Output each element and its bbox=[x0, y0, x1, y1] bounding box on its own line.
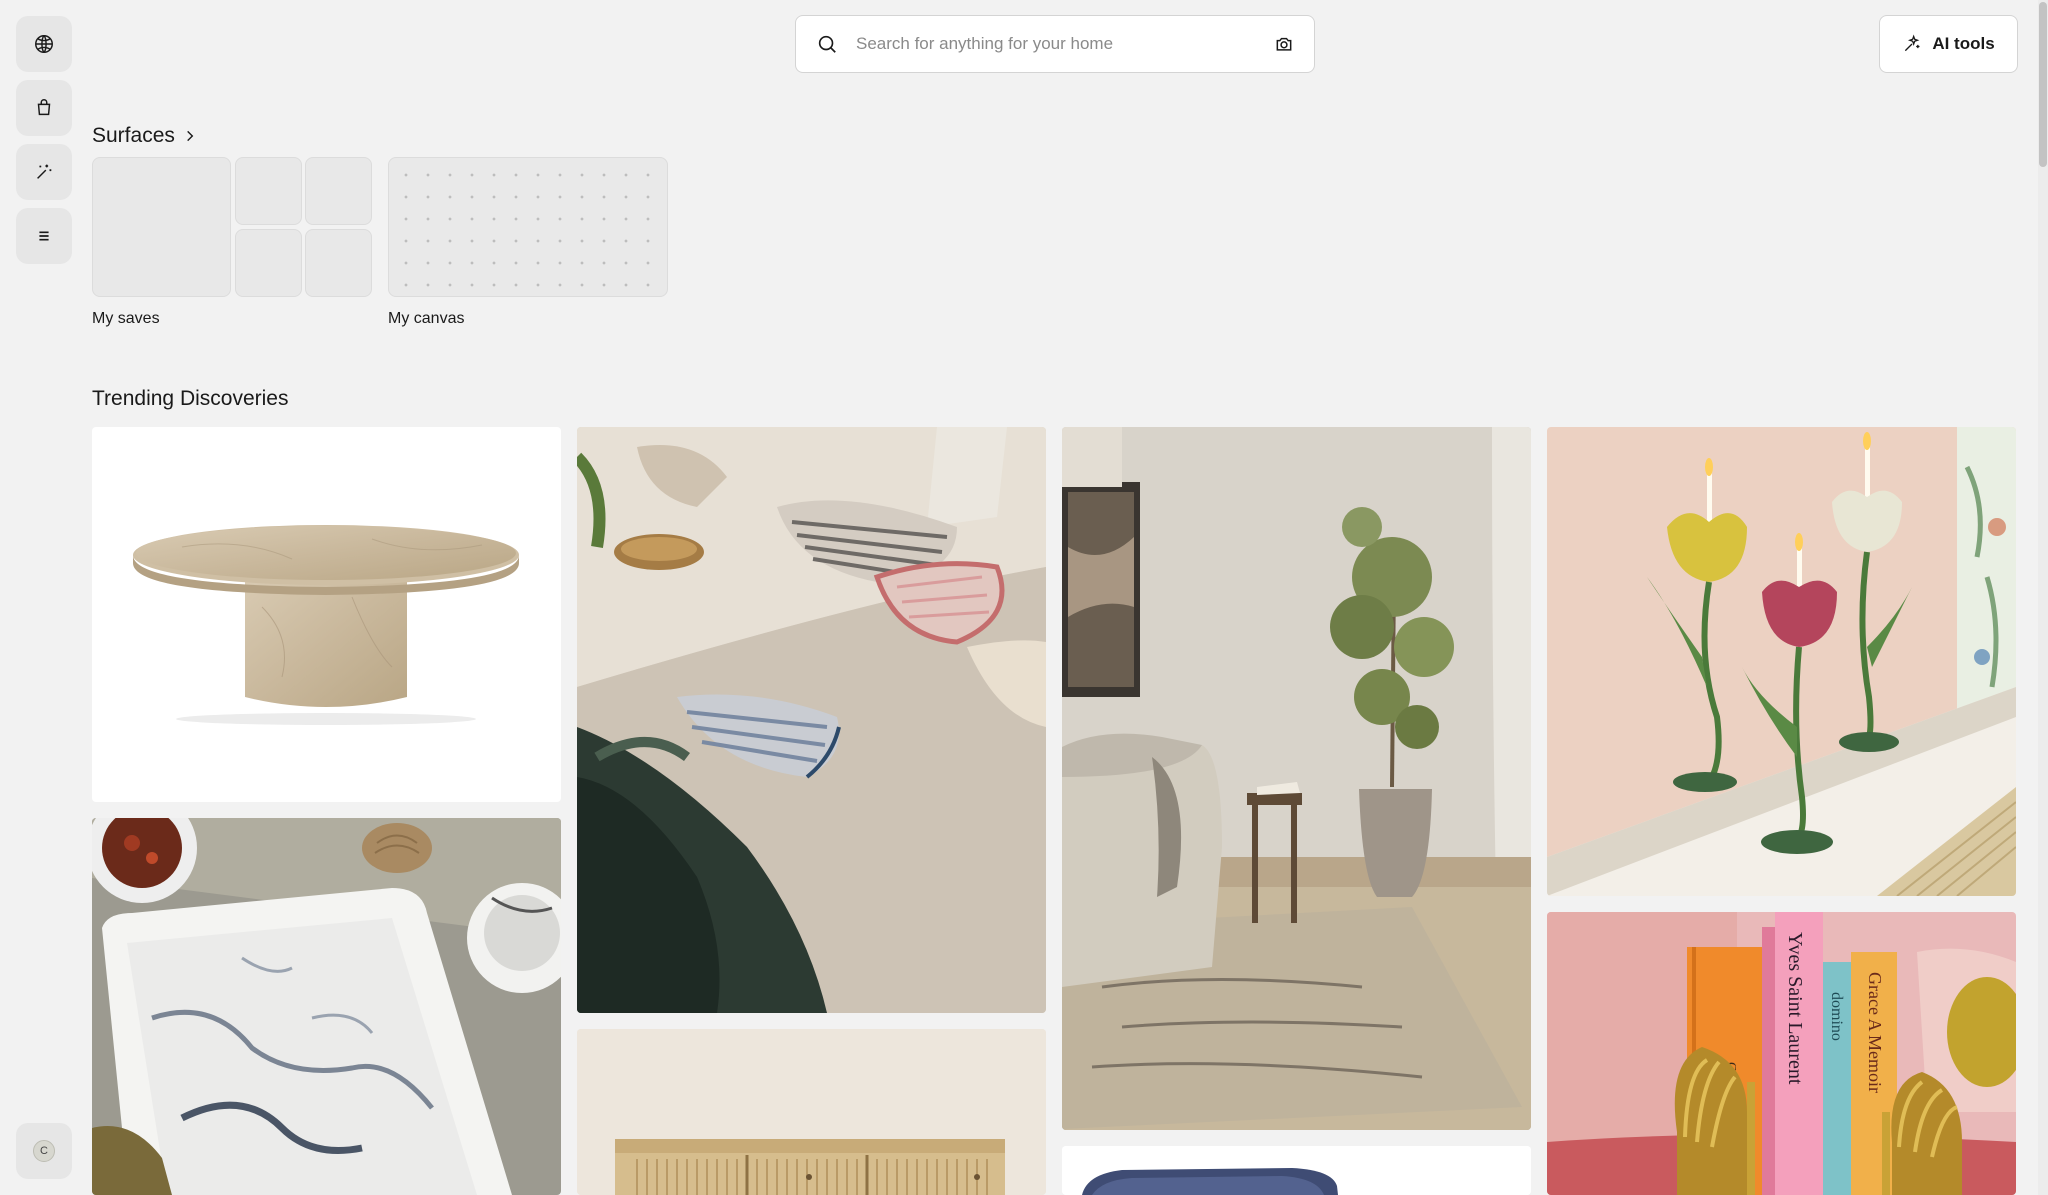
left-rail bbox=[16, 16, 72, 272]
shop-button[interactable] bbox=[16, 80, 72, 136]
tulip-candles-image bbox=[1547, 427, 2016, 896]
discovery-card-armchair[interactable] bbox=[1062, 1146, 1531, 1195]
menu-icon bbox=[39, 231, 49, 241]
scrollbar-thumb[interactable] bbox=[2039, 2, 2047, 167]
discovery-card-marble-tray[interactable] bbox=[92, 818, 561, 1195]
my-saves-label[interactable]: My saves bbox=[92, 310, 160, 328]
camera-icon[interactable] bbox=[1274, 34, 1294, 54]
my-saves-tile[interactable] bbox=[92, 157, 372, 297]
magic-wand-icon bbox=[37, 164, 52, 179]
my-canvas-tile[interactable] bbox=[388, 157, 668, 297]
sparkle-icon bbox=[1905, 34, 1920, 52]
discovery-card-sofa[interactable] bbox=[577, 427, 1046, 1013]
saves-thumb bbox=[305, 229, 372, 297]
search-input[interactable] bbox=[856, 34, 1274, 54]
profile-button[interactable]: C bbox=[16, 1123, 72, 1179]
book-spine-title: Yves Saint Laurent bbox=[1784, 932, 1806, 1085]
ai-tools-button[interactable]: AI tools bbox=[1879, 15, 2018, 73]
discovery-card-sideboard[interactable] bbox=[577, 1029, 1046, 1195]
avatar: C bbox=[33, 1140, 55, 1162]
discovery-card-living-room[interactable] bbox=[1062, 427, 1531, 1130]
marble-tray-image bbox=[92, 818, 561, 1195]
scrollbar-track[interactable] bbox=[2038, 0, 2048, 1195]
discovery-card-coffee-table[interactable] bbox=[92, 427, 561, 802]
trending-title: Trending Discoveries bbox=[92, 387, 289, 410]
saves-thumb bbox=[235, 229, 302, 297]
ai-tools-label: AI tools bbox=[1932, 34, 1995, 53]
menu-button[interactable] bbox=[16, 208, 72, 264]
armchair-image bbox=[1062, 1146, 1531, 1195]
living-room-image bbox=[1062, 427, 1531, 1130]
sofa-image bbox=[577, 427, 1046, 1013]
discovery-card-tulip-candles[interactable] bbox=[1547, 427, 2016, 896]
chevron-right-icon bbox=[187, 130, 194, 142]
bag-icon bbox=[37, 99, 51, 116]
books-image: Catwalk Yves Saint Laurent domino Grace … bbox=[1547, 912, 2016, 1195]
globe-icon bbox=[35, 35, 53, 53]
my-canvas-label[interactable]: My canvas bbox=[388, 310, 464, 328]
saves-thumb bbox=[235, 157, 302, 225]
surfaces-link[interactable]: Surfaces bbox=[92, 124, 197, 148]
magic-button[interactable] bbox=[16, 144, 72, 200]
saves-thumb bbox=[305, 157, 372, 225]
discovery-card-books[interactable]: Catwalk Yves Saint Laurent domino Grace … bbox=[1547, 912, 2016, 1195]
book-spine-title: Grace A Memoir bbox=[1865, 972, 1885, 1093]
surfaces-title: Surfaces bbox=[92, 124, 175, 147]
book-spine-title: domino bbox=[1828, 992, 1845, 1041]
search-icon bbox=[818, 35, 836, 53]
explore-button[interactable] bbox=[16, 16, 72, 72]
coffee-table-image bbox=[133, 525, 519, 725]
sideboard-image bbox=[577, 1029, 1046, 1195]
saves-thumb-large bbox=[92, 157, 231, 297]
search-bar bbox=[795, 15, 1315, 73]
